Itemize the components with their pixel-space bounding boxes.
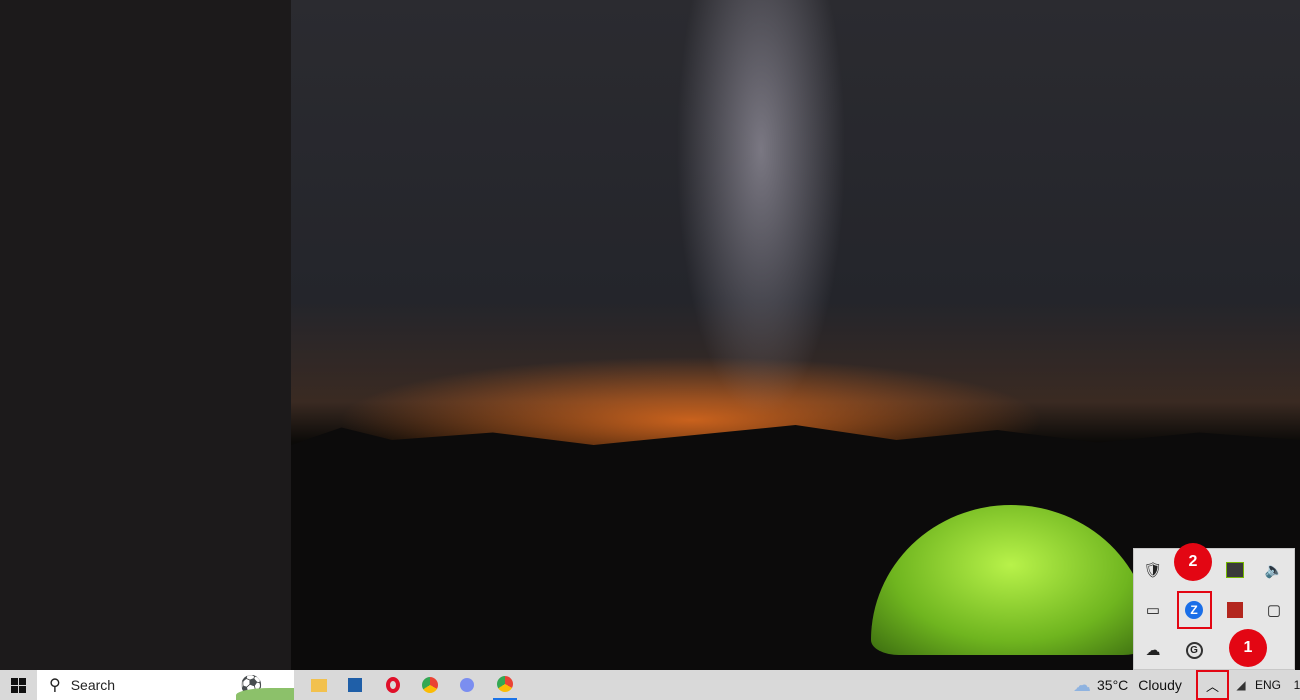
microsoft-store-app[interactable] xyxy=(343,670,367,700)
search-placeholder: Search xyxy=(70,677,116,693)
acrobat-icon[interactable] xyxy=(1220,595,1250,625)
zoom-highlight-box xyxy=(1177,591,1212,629)
blank-window-area xyxy=(0,0,291,670)
windows-security-icon[interactable]: 🛡 xyxy=(1138,555,1168,585)
copilot-app[interactable] xyxy=(455,670,479,700)
volume-icon[interactable]: 🔈 xyxy=(1259,555,1289,585)
hidden-icons-tray: 🛡 🔈 ▭ Z ▢ ☁ G xyxy=(1133,548,1295,670)
boot-graphic xyxy=(236,688,294,700)
clock[interactable]: 1 xyxy=(1292,670,1300,700)
grammarly-icon[interactable]: G xyxy=(1179,635,1209,665)
nvidia-icon[interactable] xyxy=(1220,555,1250,585)
search-icon: ⚲ xyxy=(49,677,61,694)
weather-condition: Cloudy xyxy=(1138,677,1182,693)
weather-widget[interactable]: ☁ 35°C Cloudy xyxy=(1073,670,1203,700)
step-2-badge: 2 xyxy=(1174,543,1212,581)
file-explorer-app[interactable] xyxy=(307,670,331,700)
chrome-app[interactable] xyxy=(418,670,442,700)
windows-icon xyxy=(11,677,26,693)
chrome-profile-app[interactable] xyxy=(493,670,517,700)
search-box[interactable]: ⚲ Search ⚽ xyxy=(37,670,294,700)
weather-temp: 35°C xyxy=(1097,677,1129,693)
opera-app[interactable] xyxy=(381,670,405,700)
start-button[interactable] xyxy=(0,670,37,700)
meet-now-icon[interactable]: ▢ xyxy=(1259,595,1289,625)
language-indicator[interactable]: ENG xyxy=(1254,670,1282,700)
step-1-badge: 1 xyxy=(1229,629,1267,667)
power-icon[interactable]: ▭ xyxy=(1138,595,1168,625)
cloud-icon: ☁ xyxy=(1073,674,1091,695)
onedrive-icon[interactable]: ☁ xyxy=(1138,635,1168,665)
show-hidden-icons-button[interactable]: ︿ xyxy=(1196,670,1229,700)
chevron-up-icon: ︿ xyxy=(1205,678,1219,694)
network-icon[interactable]: ◢ xyxy=(1233,670,1249,700)
